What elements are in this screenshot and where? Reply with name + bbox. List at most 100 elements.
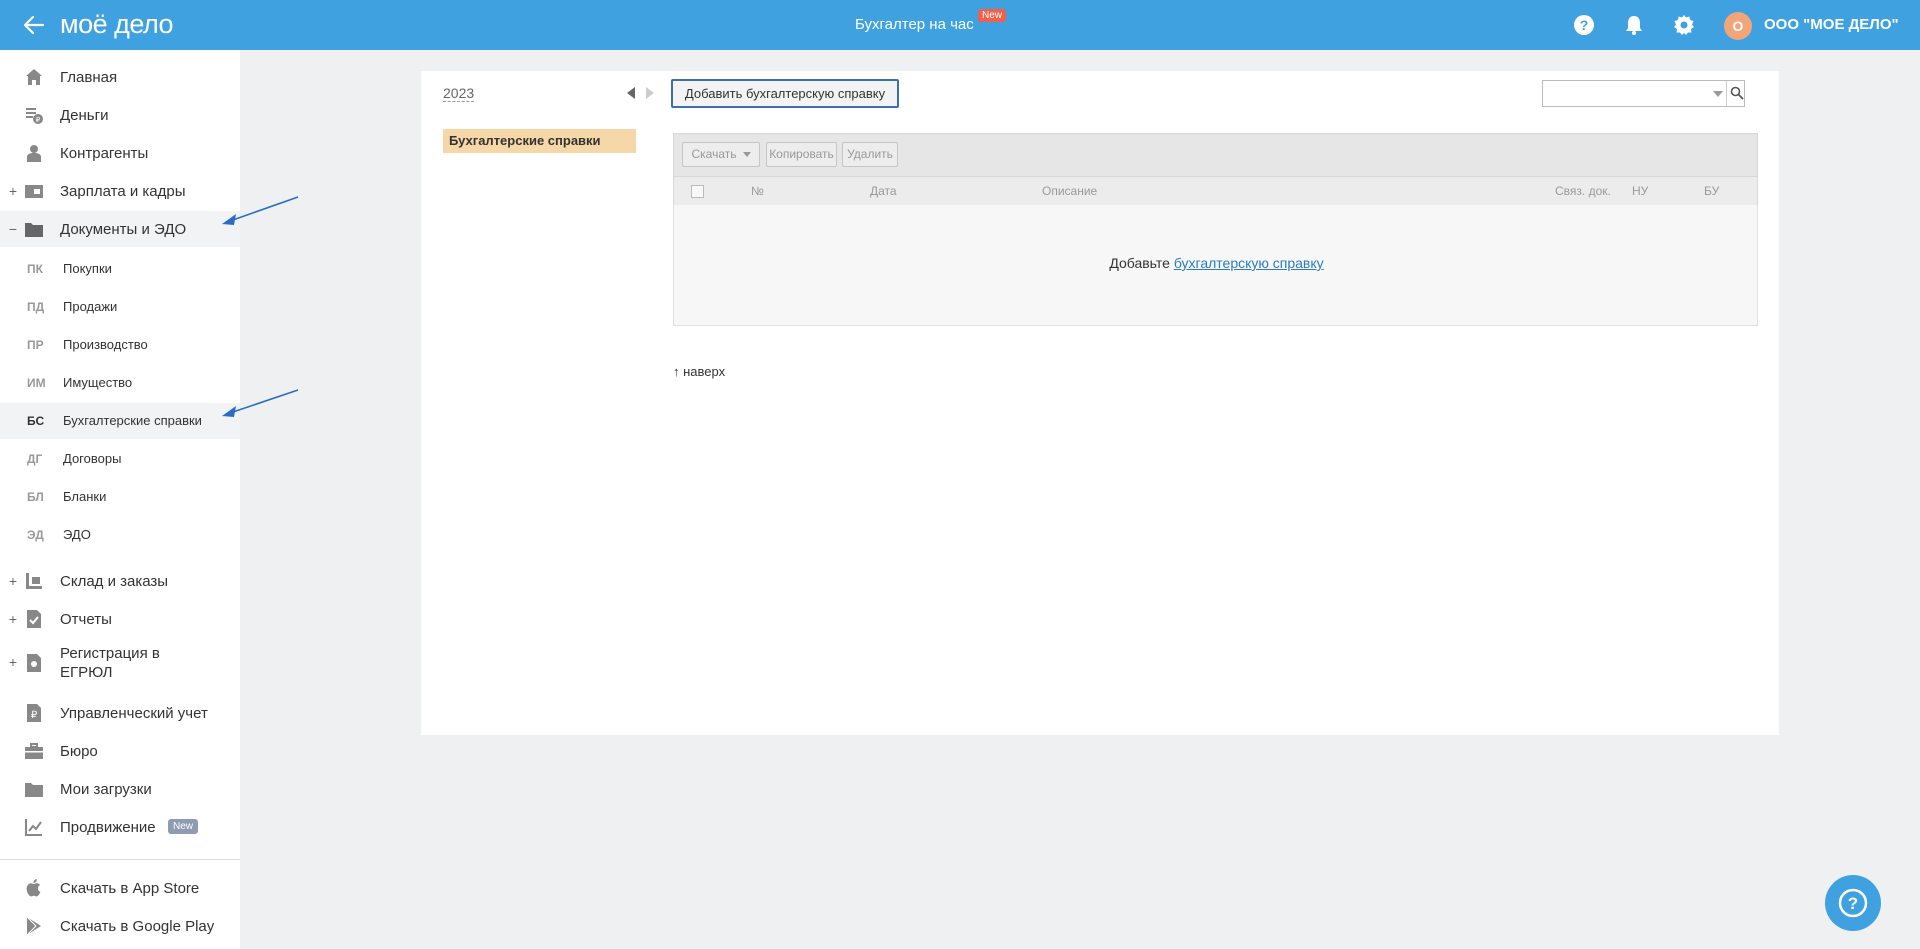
delete-button[interactable]: Удалить: [842, 142, 898, 167]
subitem-label: Бухгалтерские справки: [63, 413, 202, 428]
add-accounting-note-button[interactable]: Добавить бухгалтерскую справку: [671, 79, 899, 108]
apple-icon: [26, 879, 41, 897]
subitem-abbr: ЭД: [27, 528, 44, 542]
avatar[interactable]: О: [1724, 12, 1752, 40]
top-header: моё дело Бухгалтер на час New ? О ООО "М…: [0, 0, 1920, 50]
subitem-label: ЭДО: [63, 527, 91, 542]
table-header: № Дата Описание Связ. док. НУ БУ: [673, 177, 1758, 205]
logo[interactable]: моё дело: [60, 9, 174, 40]
chevron-down-icon: [742, 152, 751, 158]
sidebar-item-home[interactable]: Главная: [0, 59, 240, 95]
search-icon[interactable]: [1730, 86, 1744, 100]
expand-icon[interactable]: +: [8, 183, 18, 199]
help-chat-button[interactable]: ?: [1825, 875, 1881, 931]
salary-icon: [25, 185, 43, 198]
sidebar-item-management[interactable]: ₽ Управленческий учет: [0, 695, 240, 731]
sidebar-item-label: Склад и заказы: [60, 572, 169, 590]
svg-text:?: ?: [1580, 17, 1589, 33]
back-arrow-icon[interactable]: [22, 13, 46, 37]
sidebar-subitem-purchases[interactable]: ПК Покупки: [0, 251, 240, 287]
table-toolbar: Скачать Копировать Удалить: [673, 133, 1758, 177]
briefcase-icon: [25, 743, 43, 759]
sidebar-item-salary[interactable]: + Зарплата и кадры: [0, 173, 240, 209]
sidebar-item-label: Отчеты: [60, 610, 112, 628]
search-divider: [1726, 81, 1727, 106]
column-number[interactable]: №: [751, 184, 764, 198]
subitem-abbr: ИМ: [27, 376, 46, 390]
column-description[interactable]: Описание: [1042, 184, 1097, 198]
expand-icon[interactable]: +: [8, 611, 18, 627]
company-name[interactable]: ООО "МОЕ ДЕЛО": [1764, 16, 1899, 33]
sidebar-item-promotion[interactable]: Продвижение New: [0, 809, 240, 845]
prev-year-arrow-icon[interactable]: [627, 87, 635, 99]
money-icon: ₽: [26, 108, 43, 124]
new-badge: New: [168, 819, 199, 834]
sidebar-subitem-edo[interactable]: ЭД ЭДО: [0, 517, 240, 553]
svg-text:?: ?: [1848, 894, 1858, 913]
select-all-checkbox[interactable]: [691, 185, 704, 198]
subitem-label: Имущество: [63, 375, 133, 390]
accountant-hour-link[interactable]: Бухгалтер на час: [855, 16, 974, 33]
column-date[interactable]: Дата: [870, 184, 897, 198]
sidebar-item-documents[interactable]: − Документы и ЭДО: [0, 211, 240, 247]
svg-text:₽: ₽: [36, 116, 41, 124]
column-nu[interactable]: НУ: [1632, 184, 1648, 198]
download-button[interactable]: Скачать: [682, 142, 760, 167]
table-body-empty: Добавьте бухгалтерскую справку: [673, 205, 1758, 326]
contractors-icon: [27, 145, 41, 162]
sidebar-subitem-sales[interactable]: ПД Продажи: [0, 289, 240, 325]
column-linked-docs[interactable]: Связ. док.: [1555, 184, 1611, 198]
tab-accounting-notes[interactable]: Бухгалтерские справки: [443, 129, 636, 153]
folder-icon: [25, 223, 43, 237]
management-icon: ₽: [27, 704, 41, 722]
sidebar-item-label: Контрагенты: [60, 144, 149, 162]
help-circle-icon: ?: [1838, 888, 1868, 918]
subitem-abbr: ПД: [27, 300, 45, 314]
sidebar-subitem-production[interactable]: ПР Производство: [0, 327, 240, 363]
download-label: Скачать: [691, 147, 737, 161]
warehouse-icon: [26, 573, 42, 589]
reports-icon: [27, 610, 41, 628]
back-to-top-link[interactable]: ↑ наверх: [673, 364, 725, 379]
sidebar-item-reports[interactable]: + Отчеты: [0, 601, 240, 637]
subitem-label: Покупки: [63, 261, 112, 276]
subitem-abbr: ПР: [27, 338, 44, 352]
sidebar-subitem-accounting-notes[interactable]: БС Бухгалтерские справки: [0, 403, 240, 439]
subitem-abbr: ПК: [27, 262, 43, 276]
copy-button[interactable]: Копировать: [766, 142, 837, 167]
bell-icon[interactable]: [1623, 14, 1645, 36]
search-dropdown-icon[interactable]: [1713, 91, 1723, 97]
main-panel: 2023 Бухгалтерские справки Добавить бухг…: [421, 71, 1779, 735]
sidebar-subitem-contracts[interactable]: ДГ Договоры: [0, 441, 240, 477]
help-icon[interactable]: ?: [1573, 14, 1595, 36]
sidebar-subitem-forms[interactable]: БЛ Бланки: [0, 479, 240, 515]
sidebar-item-money[interactable]: ₽ Деньги: [0, 97, 240, 133]
add-note-link[interactable]: бухгалтерскую справку: [1174, 255, 1324, 271]
sidebar-item-label: Продвижение: [60, 818, 156, 836]
sidebar-item-warehouse[interactable]: + Склад и заказы: [0, 563, 240, 599]
collapse-icon[interactable]: −: [8, 221, 18, 237]
expand-icon[interactable]: +: [8, 573, 18, 589]
sidebar: Главная ₽ Деньги Контрагенты + Зарплата …: [0, 50, 240, 949]
promotion-icon: [25, 819, 42, 836]
sidebar-subitem-property[interactable]: ИМ Имущество: [0, 365, 240, 401]
year-selector[interactable]: 2023: [443, 85, 475, 102]
svg-text:₽: ₽: [31, 710, 38, 721]
sidebar-item-downloads[interactable]: Мои загрузки: [0, 771, 240, 807]
gear-icon[interactable]: [1673, 14, 1695, 36]
column-bu[interactable]: БУ: [1704, 184, 1719, 198]
home-icon: [26, 69, 42, 85]
subitem-label: Продажи: [63, 299, 118, 314]
google-play-link[interactable]: Скачать в Google Play: [0, 908, 240, 944]
search-input[interactable]: [1542, 80, 1745, 107]
sidebar-item-label: Документы и ЭДО: [60, 220, 187, 238]
next-year-arrow-icon[interactable]: [646, 87, 654, 99]
subitem-abbr: БС: [27, 414, 45, 428]
sidebar-item-registration[interactable]: + Регистрация в ЕГРЮЛ: [0, 639, 240, 687]
sidebar-item-contractors[interactable]: Контрагенты: [0, 135, 240, 171]
sidebar-item-bureau[interactable]: Бюро: [0, 733, 240, 769]
subitem-abbr: БЛ: [27, 490, 44, 504]
google-play-label: Скачать в Google Play: [60, 917, 215, 935]
expand-icon[interactable]: +: [8, 654, 18, 670]
app-store-link[interactable]: Скачать в App Store: [0, 870, 240, 906]
